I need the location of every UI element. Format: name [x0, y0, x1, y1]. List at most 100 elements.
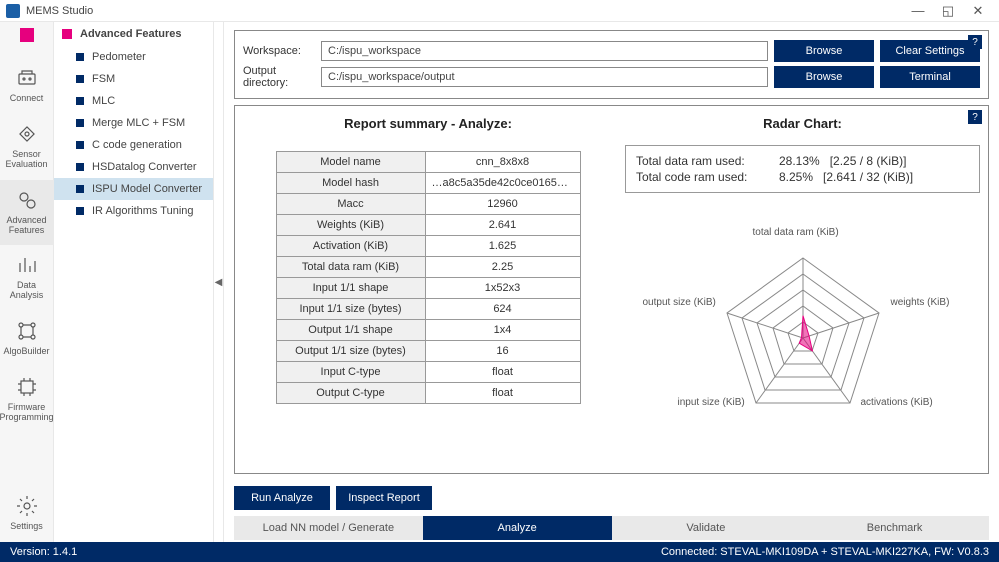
report-value: 1x52x3	[425, 278, 580, 299]
rail-label: Settings	[10, 522, 43, 532]
inspect-report-button[interactable]: Inspect Report	[336, 486, 432, 510]
side-item-fsm[interactable]: FSM	[54, 68, 213, 90]
report-key: Input C-type	[276, 362, 425, 383]
side-item-mlc[interactable]: MLC	[54, 90, 213, 112]
report-value: 2.641	[425, 215, 580, 236]
rail-label: Advanced Features	[0, 216, 54, 236]
radar-title: Radar Chart:	[625, 116, 980, 131]
terminal-button[interactable]: Terminal	[880, 66, 980, 88]
workspace-input[interactable]	[321, 41, 768, 61]
tab-load-model[interactable]: Load NN model / Generate	[234, 516, 423, 540]
clear-settings-button[interactable]: Clear Settings	[880, 40, 980, 62]
report-key: Output 1/1 size (bytes)	[276, 341, 425, 362]
rail-advanced-features[interactable]: Advanced Features	[0, 180, 54, 246]
browse-output-button[interactable]: Browse	[774, 66, 874, 88]
maximize-button[interactable]: ◱	[933, 3, 963, 19]
usage-label: Total code ram used:	[636, 170, 779, 184]
table-row: Model hash…a8c5a35de42c0ce016549bd648a45…	[276, 173, 580, 194]
report-value: 1x4	[425, 320, 580, 341]
usage-box: Total data ram used: 28.13% [2.25 / 8 (K…	[625, 145, 980, 193]
rail-label: AlgoBuilder	[3, 347, 49, 357]
radar-axis-label: weights (KiB)	[891, 297, 950, 308]
report-value: float	[425, 362, 580, 383]
usage-value: 28.13% [2.25 / 8 (KiB)]	[779, 154, 969, 168]
table-row: Total data ram (KiB)2.25	[276, 257, 580, 278]
report-title: Report summary - Analyze:	[243, 116, 613, 131]
side-item-ccodegen[interactable]: C code generation	[54, 134, 213, 156]
table-row: Input 1/1 size (bytes)624	[276, 299, 580, 320]
table-row: Output 1/1 shape1x4	[276, 320, 580, 341]
output-input[interactable]	[321, 67, 768, 87]
side-list: Advanced Features Pedometer FSM MLC Merg…	[54, 22, 214, 542]
minimize-button[interactable]: —	[903, 3, 933, 18]
side-item-pedometer[interactable]: Pedometer	[54, 46, 213, 68]
rail-label: Firmware Programming	[0, 403, 54, 423]
tab-benchmark[interactable]: Benchmark	[800, 516, 989, 540]
nav-rail: Connect Sensor Evaluation Advanced Featu…	[0, 22, 54, 542]
side-item-ispu-converter[interactable]: ISPU Model Converter	[54, 178, 213, 200]
bottom-tabs: Load NN model / Generate Analyze Validat…	[234, 516, 989, 540]
rail-settings[interactable]: Settings	[0, 486, 54, 542]
side-group-title: Advanced Features	[54, 22, 213, 46]
collapse-handle[interactable]: ◀	[214, 22, 224, 542]
report-value: 624	[425, 299, 580, 320]
output-label: Output directory:	[243, 65, 321, 89]
help-icon[interactable]: ?	[968, 110, 982, 124]
rail-connect[interactable]: Connect	[0, 58, 54, 114]
close-button[interactable]: ✕	[963, 3, 993, 19]
report-value: 1.625	[425, 236, 580, 257]
app-title: MEMS Studio	[26, 5, 93, 17]
table-row: Weights (KiB)2.641	[276, 215, 580, 236]
rail-label: Sensor Evaluation	[0, 150, 54, 170]
rail-algobuilder[interactable]: AlgoBuilder	[0, 311, 54, 367]
help-icon[interactable]: ?	[968, 35, 982, 49]
paths-panel: ? Workspace: Browse Clear Settings Outpu…	[234, 30, 989, 99]
table-row: Model namecnn_8x8x8	[276, 152, 580, 173]
report-key: Input 1/1 shape	[276, 278, 425, 299]
table-row: Macc12960	[276, 194, 580, 215]
report-value: float	[425, 383, 580, 404]
radar-axis-label: total data ram (KiB)	[753, 227, 839, 238]
usage-value: 8.25% [2.641 / 32 (KiB)]	[779, 170, 969, 184]
report-value: cnn_8x8x8	[425, 152, 580, 173]
rail-label: Connect	[10, 94, 44, 104]
rail-label: Data Analysis	[0, 281, 54, 301]
rail-data-analysis[interactable]: Data Analysis	[0, 245, 54, 311]
rail-sensor-evaluation[interactable]: Sensor Evaluation	[0, 114, 54, 180]
action-row: Run Analyze Inspect Report	[234, 486, 989, 510]
report-value: …a8c5a35de42c0ce016549bd648a454	[425, 173, 580, 194]
rail-firmware-programming[interactable]: Firmware Programming	[0, 367, 54, 433]
main-area: ? Workspace: Browse Clear Settings Outpu…	[224, 22, 999, 542]
report-value: 16	[425, 341, 580, 362]
side-item-merge[interactable]: Merge MLC + FSM	[54, 112, 213, 134]
table-row: Output C-typefloat	[276, 383, 580, 404]
radar-chart: total data ram (KiB) weights (KiB) activ…	[643, 233, 963, 433]
brand-square-icon	[20, 28, 34, 42]
report-key: Activation (KiB)	[276, 236, 425, 257]
table-row: Activation (KiB)1.625	[276, 236, 580, 257]
report-key: Total data ram (KiB)	[276, 257, 425, 278]
app-icon	[6, 4, 20, 18]
tab-analyze[interactable]: Analyze	[423, 516, 612, 540]
side-item-ir-tuning[interactable]: IR Algorithms Tuning	[54, 200, 213, 222]
report-value: 12960	[425, 194, 580, 215]
titlebar: MEMS Studio — ◱ ✕	[0, 0, 999, 22]
report-key: Model name	[276, 152, 425, 173]
version-label: Version: 1.4.1	[10, 546, 77, 558]
table-row: Input C-typefloat	[276, 362, 580, 383]
table-row: Input 1/1 shape1x52x3	[276, 278, 580, 299]
report-key: Input 1/1 size (bytes)	[276, 299, 425, 320]
report-key: Output C-type	[276, 383, 425, 404]
run-analyze-button[interactable]: Run Analyze	[234, 486, 330, 510]
table-row: Output 1/1 size (bytes)16	[276, 341, 580, 362]
radar-axis-label: input size (KiB)	[678, 397, 745, 408]
workspace-label: Workspace:	[243, 45, 321, 57]
usage-label: Total data ram used:	[636, 154, 779, 168]
browse-workspace-button[interactable]: Browse	[774, 40, 874, 62]
side-item-hsdatalog[interactable]: HSDatalog Converter	[54, 156, 213, 178]
content-panel: ? Report summary - Analyze: Model namecn…	[234, 105, 989, 474]
report-key: Output 1/1 shape	[276, 320, 425, 341]
radar-axis-label: output size (KiB)	[643, 297, 716, 308]
tab-validate[interactable]: Validate	[612, 516, 801, 540]
report-key: Macc	[276, 194, 425, 215]
